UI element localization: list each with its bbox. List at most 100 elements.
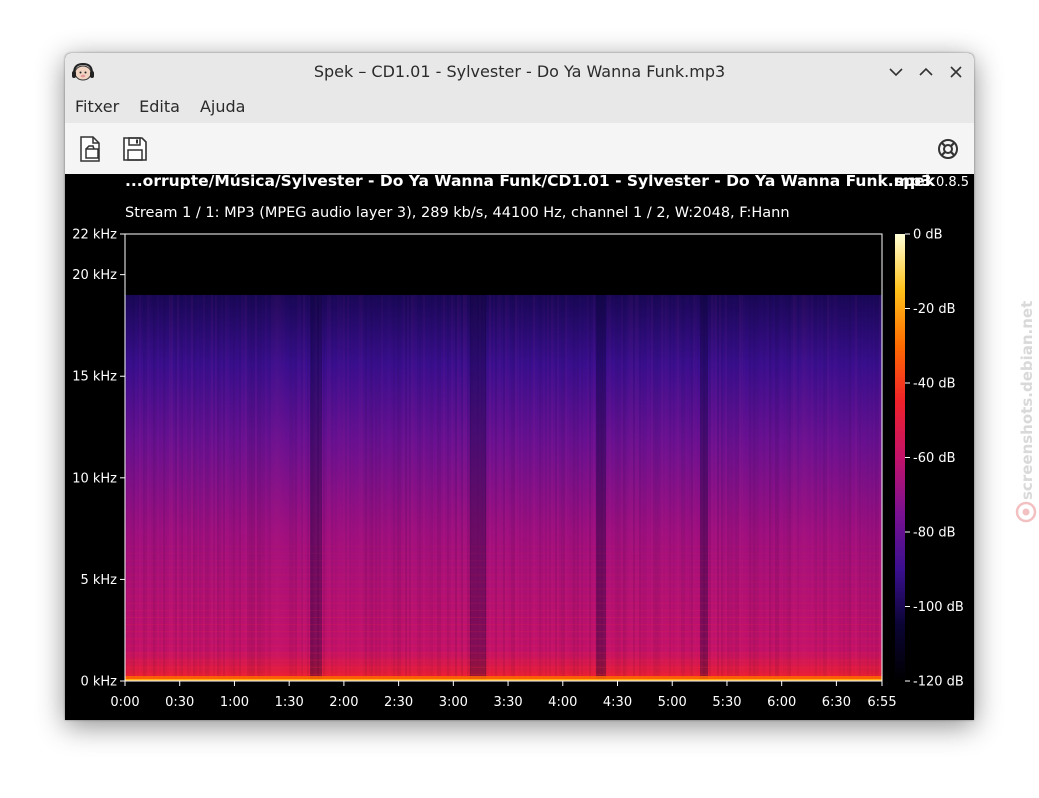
spectrogram-stripe [819, 295, 821, 681]
spectrogram-stripe [809, 295, 811, 681]
harmonic-line [125, 574, 882, 576]
menu-file[interactable]: Fitxer [65, 91, 129, 123]
close-icon[interactable] [946, 62, 966, 82]
spectrogram-stripe [165, 295, 167, 681]
spectrogram-stripe [871, 294, 873, 681]
spectrogram-stripe [329, 294, 331, 681]
spectrogram-stripe [357, 295, 359, 681]
spectrogram-stripe [845, 295, 847, 681]
spectrogram-stripe [161, 295, 163, 681]
spectrogram-stripe [589, 294, 591, 681]
spectrogram-stripe [655, 294, 657, 681]
spectrogram-stripe [831, 295, 833, 681]
spectrogram-stripe [543, 295, 545, 681]
spectrogram-stripe [461, 294, 463, 681]
spectrogram-stripe [755, 294, 757, 681]
spectrogram-stripe [277, 294, 279, 681]
spectrogram-stripe [631, 294, 633, 681]
spectrogram-stripe [231, 294, 233, 681]
spectrogram-stripe [855, 294, 857, 681]
spectrogram-stripe [235, 295, 237, 681]
spectrogram-stripe [159, 295, 161, 681]
harmonic-line [125, 631, 882, 633]
spectrogram-stripe [515, 294, 517, 681]
spectrogram-stripe [649, 295, 651, 681]
spectrogram-stripe [757, 294, 759, 681]
spectrogram-stripe [371, 294, 373, 681]
spectrogram-stripe [695, 295, 697, 681]
spectrogram-stripe [763, 295, 765, 681]
spectrogram-stripe [397, 294, 399, 681]
spectrogram-stripe [185, 295, 187, 681]
spectrogram-stripe [281, 295, 283, 681]
harmonic-line [125, 659, 882, 661]
harmonic-line [125, 645, 882, 647]
spectrogram-stripe [303, 294, 305, 681]
spectrogram-stripe [497, 295, 499, 681]
spectrogram-stripe [673, 295, 675, 681]
spectrogram-stripe [381, 295, 383, 681]
chevron-down-icon[interactable] [886, 62, 906, 82]
spectrogram-stripe [355, 295, 357, 681]
spectrogram-stripe [421, 295, 423, 681]
spectrogram-stripe [625, 294, 627, 681]
spectrogram-stripe [489, 294, 491, 681]
spectrogram-stripe [455, 294, 457, 681]
spectrogram-stripe [793, 294, 795, 681]
spectrogram-stripe [163, 294, 165, 681]
spectrogram-stripe [807, 295, 809, 681]
freq-tick-label: 0 kHz [80, 675, 117, 690]
spectrogram-stripe [221, 295, 223, 681]
spectrogram-stripe [513, 294, 515, 681]
spectrogram-stripe [193, 294, 195, 681]
spectrogram-stripe [263, 294, 265, 681]
open-file-icon[interactable] [78, 135, 104, 163]
spectrogram-stripe [687, 295, 689, 681]
spectrogram-stripe [765, 295, 767, 681]
spectrogram-stripe [737, 294, 739, 681]
spectrogram-stripe [829, 295, 831, 681]
spectrogram-stripe [323, 294, 325, 681]
spectrogram-stripe [789, 294, 791, 681]
spectrogram-stripe [435, 295, 437, 681]
spectrogram-stripe [727, 294, 729, 681]
spectrogram-stripe [265, 295, 267, 681]
spectrogram-stripe [451, 294, 453, 681]
spectrogram-stripe [821, 295, 823, 681]
save-icon[interactable] [122, 135, 148, 163]
spectrogram-stripe [413, 295, 415, 681]
spectrogram-stripe [157, 295, 159, 681]
spectrogram-stripe [671, 295, 673, 681]
spectrogram-stripe [553, 295, 555, 681]
spectrogram-stripe [749, 294, 751, 681]
spectrogram-stripe [857, 295, 859, 681]
harmonic-line [125, 595, 882, 597]
lifebuoy-icon[interactable] [936, 137, 960, 161]
spectrogram-stripe [399, 294, 401, 681]
spectrogram-stripe [333, 295, 335, 681]
menu-help[interactable]: Ajuda [190, 91, 256, 123]
spectrogram-stripe [377, 294, 379, 681]
spectrogram-stripe [739, 294, 741, 681]
spectrogram-stripe [567, 295, 569, 681]
spectrogram-stripe [565, 295, 567, 681]
spectrogram-stripe [283, 295, 285, 681]
quiet-section [310, 294, 322, 681]
spectrogram-stripe [233, 294, 235, 681]
spectrogram-stripe [587, 295, 589, 681]
spectrogram-stripe [777, 294, 779, 681]
harmonic-line [125, 581, 882, 583]
spectrogram-stripe [781, 295, 783, 681]
harmonic-line [125, 552, 882, 554]
time-tick-label: 6:30 [822, 695, 851, 710]
spectrogram-stripe [219, 294, 221, 681]
spectrogram-stripe [811, 294, 813, 681]
spectrogram-stripe [711, 294, 713, 681]
menu-edit[interactable]: Edita [129, 91, 190, 123]
spectrogram-stripe [183, 295, 185, 681]
spectrogram-stripe [169, 294, 171, 681]
spectrogram-stripe [877, 294, 879, 681]
spectrogram-stripe [633, 294, 635, 681]
spectrogram-stripe [823, 294, 825, 681]
chevron-up-icon[interactable] [916, 62, 936, 82]
